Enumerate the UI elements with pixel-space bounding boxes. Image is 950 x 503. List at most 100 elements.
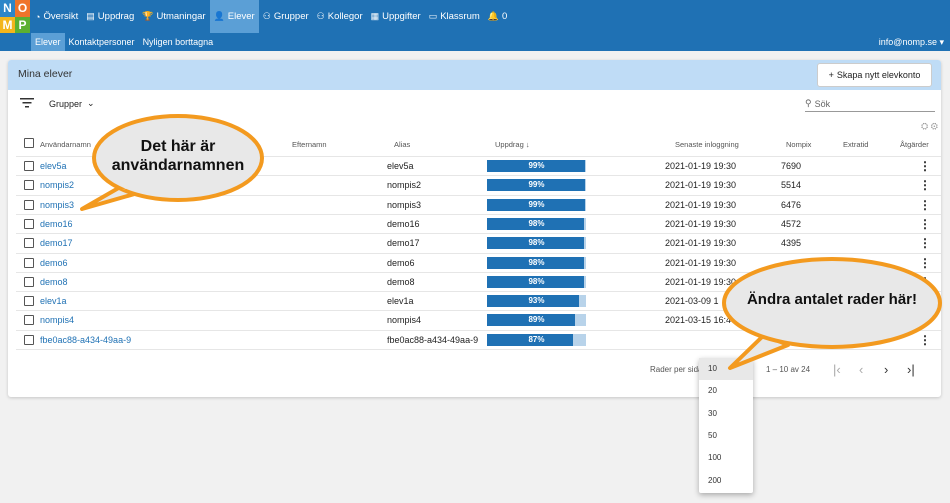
rows-per-page-option[interactable]: 30 bbox=[699, 403, 753, 425]
create-student-button[interactable]: + Skapa nytt elevkonto bbox=[817, 63, 932, 87]
rows-per-page-option[interactable]: 50 bbox=[699, 425, 753, 447]
last-login-cell: 2021-01-19 19:30 bbox=[665, 218, 737, 229]
subnav-tab[interactable]: Nyligen borttagna bbox=[139, 33, 218, 51]
sub-nav-bar: Elever Kontaktpersoner Nyligen borttagna i… bbox=[0, 33, 950, 51]
row-checkbox[interactable] bbox=[24, 180, 34, 191]
row-checkbox[interactable] bbox=[24, 334, 34, 345]
last-page-icon[interactable]: ›| bbox=[907, 362, 915, 377]
export-icon[interactable]: ⛭ bbox=[921, 121, 928, 131]
row-checkbox[interactable] bbox=[24, 238, 34, 249]
last-login-cell: 2021-01-19 19:30 bbox=[665, 276, 737, 287]
nav-item-label: Kollegor bbox=[327, 11, 363, 22]
search-field[interactable]: ⚲ Sök bbox=[805, 96, 935, 112]
person-icon: 👤 bbox=[213, 11, 225, 21]
rows-per-page-option[interactable]: 20 bbox=[699, 380, 753, 402]
user-menu[interactable]: info@nomp.se ▾ bbox=[879, 33, 944, 51]
nav-item-groups[interactable]: ⚇ Grupper bbox=[259, 0, 313, 33]
nav-item-person[interactable]: 👤 Elever bbox=[209, 0, 259, 33]
column-header-username[interactable]: Användarnamn bbox=[40, 140, 91, 149]
progress-bar: 99% bbox=[487, 198, 586, 211]
more-actions-icon[interactable]: ⋮ bbox=[919, 256, 931, 270]
rows-callout-text: Ändra antalet rader här! bbox=[746, 291, 918, 308]
row-checkbox[interactable] bbox=[24, 276, 34, 287]
table-row[interactable]: demo17 demo17 98% 2021-01-19 19:30 4395 ⋮ bbox=[16, 233, 941, 252]
progress-bar: 98% bbox=[487, 237, 586, 250]
username-link[interactable]: demo17 bbox=[40, 238, 73, 248]
table-row[interactable]: nompis3 nompis3 99% 2021-01-19 19:30 6476 ⋮ bbox=[16, 194, 941, 214]
column-header-last-login[interactable]: Senaste inloggning bbox=[675, 140, 739, 149]
row-checkbox[interactable] bbox=[24, 218, 34, 229]
row-checkbox[interactable] bbox=[24, 199, 34, 210]
chevron-down-icon: ⌄ bbox=[87, 98, 95, 108]
username-link[interactable]: fbe0ac88-a434-49aa-9 bbox=[40, 335, 131, 345]
first-page-icon[interactable]: |‹ bbox=[833, 362, 841, 377]
username-link[interactable]: demo6 bbox=[40, 258, 68, 268]
more-actions-icon[interactable]: ⋮ bbox=[919, 333, 931, 347]
rows-per-page-option[interactable]: 10 bbox=[699, 358, 753, 380]
alias-cell: nompis2 bbox=[387, 180, 422, 191]
username-link[interactable]: elev5a bbox=[40, 161, 67, 171]
nav-item-book[interactable]: ▤ Uppdrag bbox=[82, 0, 138, 33]
next-page-icon[interactable]: › bbox=[884, 362, 888, 377]
nav-item-colleagues[interactable]: ⚇ Kollegor bbox=[313, 0, 367, 33]
nav-item-classroom[interactable]: ▭ Klassrum bbox=[425, 0, 484, 33]
classroom-icon: ▭ bbox=[428, 11, 438, 21]
row-checkbox[interactable] bbox=[24, 296, 34, 307]
nav-item-label: Översikt bbox=[43, 11, 79, 22]
username-link[interactable]: nompis4 bbox=[40, 315, 74, 325]
row-checkbox[interactable] bbox=[24, 161, 34, 171]
settings-icon[interactable]: ⚙ bbox=[931, 121, 938, 131]
table-row[interactable]: demo6 demo6 98% 2021-01-19 19:30 ⋮ bbox=[16, 252, 941, 272]
row-checkbox[interactable] bbox=[24, 257, 34, 268]
nav-item-bell[interactable]: 🔔 0 bbox=[484, 0, 512, 33]
progress-label: 93% bbox=[528, 296, 545, 306]
more-actions-icon[interactable]: ⋮ bbox=[919, 159, 931, 173]
username-link[interactable]: elev1a bbox=[40, 296, 67, 306]
column-header-alias[interactable]: Alias bbox=[394, 140, 410, 149]
table-row[interactable]: fbe0ac88-a434-49aa-9 fbe0ac88-a434-49aa-9… bbox=[16, 329, 941, 349]
progress-label: 98% bbox=[528, 257, 545, 267]
column-header-extra-time[interactable]: Extratid bbox=[843, 140, 868, 149]
more-actions-icon[interactable]: ⋮ bbox=[919, 217, 931, 231]
column-header-actions: Åtgärder bbox=[900, 140, 929, 149]
logo-letter: M bbox=[0, 16, 15, 33]
more-actions-icon[interactable]: ⋮ bbox=[919, 275, 931, 289]
nav-item-grid[interactable]: ▦ Uppgifter bbox=[367, 0, 425, 33]
username-link[interactable]: demo16 bbox=[40, 219, 73, 229]
more-actions-icon[interactable]: ⋮ bbox=[919, 236, 931, 250]
table-row[interactable]: demo8 demo8 98% 2021-01-19 19:30 ⋮ bbox=[16, 271, 941, 291]
nav-item-trophy[interactable]: 🏆 Utmaningar bbox=[138, 0, 209, 33]
more-actions-icon[interactable]: ⋮ bbox=[919, 198, 931, 212]
table-row[interactable]: demo16 demo16 98% 2021-01-19 19:30 4572 ⋮ bbox=[16, 213, 941, 233]
column-header-lastname[interactable]: Efternamn bbox=[292, 140, 327, 149]
last-login-cell: 2021-03-09 1 bbox=[665, 296, 719, 307]
filter-icon[interactable] bbox=[20, 98, 34, 108]
subnav-tab[interactable]: Kontaktpersoner bbox=[65, 33, 139, 51]
alias-cell: fbe0ac88-a434-49aa-9 bbox=[387, 334, 479, 345]
column-header-nompix[interactable]: Nompix bbox=[786, 140, 811, 149]
rows-per-page-option[interactable]: 100 bbox=[699, 447, 753, 469]
column-header-assignments[interactable]: Uppdrag ↓ bbox=[495, 140, 530, 149]
nomp-logo[interactable]: N O M P bbox=[0, 0, 30, 33]
nav-item-dashboard[interactable]: ◔ Översikt bbox=[31, 0, 82, 33]
select-all-checkbox[interactable] bbox=[24, 138, 34, 148]
rows-per-page-option[interactable]: 200 bbox=[699, 470, 753, 492]
groups-dropdown[interactable]: Grupper ⌄ bbox=[49, 98, 95, 109]
alias-cell: elev5a bbox=[387, 161, 414, 171]
username-link[interactable]: demo8 bbox=[40, 277, 68, 287]
subnav-tab[interactable]: Elever bbox=[31, 33, 65, 51]
row-checkbox[interactable] bbox=[24, 315, 34, 326]
nompix-cell: 7690 bbox=[781, 161, 802, 171]
students-card: Mina elever + Skapa nytt elevkonto Grupp… bbox=[8, 60, 941, 397]
more-actions-icon[interactable]: ⋮ bbox=[919, 313, 931, 327]
table-row[interactable]: nompis2 nompis2 99% 2021-01-19 19:30 5514 ⋮ bbox=[16, 175, 941, 194]
groups-icon: ⚇ bbox=[262, 11, 271, 21]
last-login-cell: 2021-01-19 19:30 bbox=[665, 257, 737, 268]
more-actions-icon[interactable]: ⋮ bbox=[919, 178, 931, 192]
username-link[interactable]: nompis2 bbox=[40, 180, 74, 190]
table-row[interactable]: nompis4 nompis4 89% 2021-03-15 16:4 ⋮ bbox=[16, 310, 941, 329]
previous-page-icon[interactable]: ‹ bbox=[859, 362, 863, 377]
username-link[interactable]: nompis3 bbox=[40, 200, 74, 210]
logo-letter: N bbox=[0, 0, 15, 17]
plus-icon: + bbox=[828, 70, 834, 80]
